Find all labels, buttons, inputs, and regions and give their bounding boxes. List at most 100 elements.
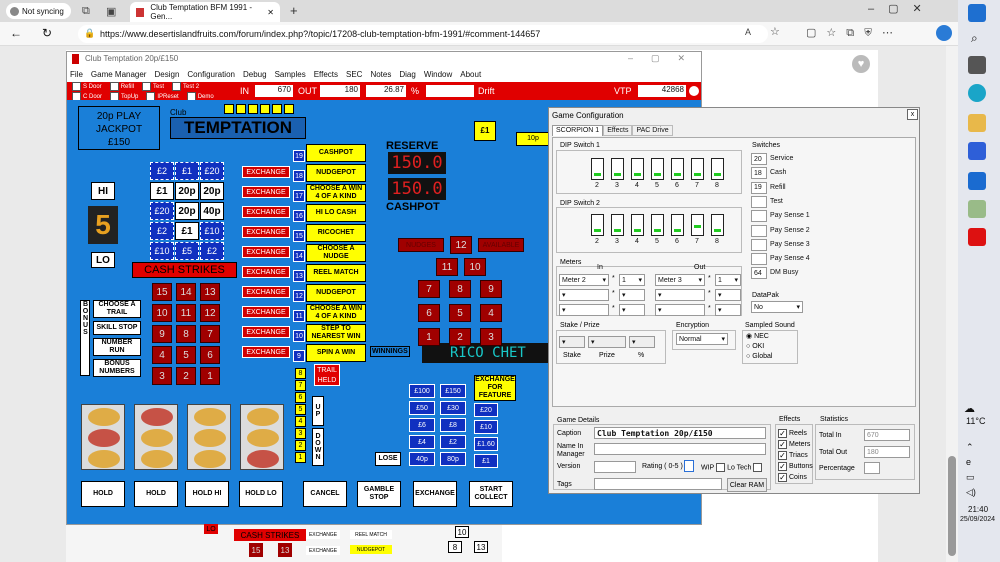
menu-file[interactable]: File — [70, 70, 83, 79]
edge-icon[interactable] — [968, 84, 986, 102]
refresh-icon[interactable]: ↻ — [42, 26, 52, 40]
emulator-window-controls[interactable]: –▢✕ — [628, 53, 703, 64]
control-button-4[interactable]: CANCEL — [303, 481, 347, 507]
menu-notes[interactable]: Notes — [370, 70, 391, 79]
name-in-manager-input[interactable] — [594, 443, 766, 455]
flag-refill[interactable]: Refill — [109, 82, 134, 92]
bonus-choose-trail[interactable]: CHOOSE A TRAIL — [93, 300, 141, 318]
control-button-0[interactable]: HOLD — [81, 481, 125, 507]
tab-scorpion1[interactable]: SCORPION 1 — [552, 125, 604, 136]
lose-button[interactable]: LOSE — [375, 452, 401, 466]
control-button-1[interactable]: HOLD — [134, 481, 178, 507]
switch-value[interactable]: 19 — [751, 181, 767, 194]
mail-icon[interactable] — [968, 172, 986, 190]
url-field[interactable]: https://www.desertislandfruits.com/forum… — [78, 25, 768, 43]
dip2-switch-2[interactable] — [591, 214, 604, 236]
clear-ram-button[interactable]: Clear RAM — [727, 478, 767, 492]
prize-select[interactable] — [588, 336, 626, 348]
meter-out-multiplier[interactable]: 1 — [715, 274, 741, 286]
dip1-switch-8[interactable] — [711, 158, 724, 180]
dip1-switch-7[interactable] — [691, 158, 704, 180]
meter-in-select[interactable]: Meter 2 — [559, 274, 609, 286]
rating-input[interactable] — [684, 460, 694, 472]
switch-value[interactable]: 20 — [751, 153, 767, 165]
meter-out-multiplier-3[interactable] — [715, 304, 741, 316]
effect-checkbox-triacs[interactable]: Triacs — [778, 450, 813, 461]
flag-test2[interactable]: Test 2 — [172, 82, 199, 92]
menu-design[interactable]: Design — [154, 70, 179, 79]
bonus-skill-stop[interactable]: SKILL STOP — [93, 321, 141, 335]
switch-value[interactable]: 18 — [751, 167, 767, 180]
tags-input[interactable] — [594, 478, 722, 490]
version-input[interactable] — [594, 461, 636, 473]
active-tab[interactable]: Club Temptation BFM 1991 - Gen... ✕ — [130, 2, 280, 22]
meter-out-select-3[interactable] — [655, 304, 705, 316]
menu-sec[interactable]: SEC — [346, 70, 362, 79]
switch-value[interactable] — [751, 210, 767, 223]
dip1-switch-6[interactable] — [671, 158, 684, 180]
control-button-7[interactable]: START COLLECT — [469, 481, 513, 507]
tab-actions-icon[interactable]: ⧉ — [82, 5, 90, 18]
window-controls[interactable]: –▢✕ — [868, 2, 936, 15]
meter-in-multiplier-2[interactable] — [619, 289, 645, 301]
flag-test[interactable]: Test — [142, 82, 164, 92]
tray-icons[interactable]: ⌃ e ▭ ◁) — [966, 440, 976, 500]
heart-icon[interactable]: ♥ — [852, 55, 870, 73]
effect-checkbox-buttons[interactable]: Buttons — [778, 461, 813, 472]
meter-in-select-3[interactable] — [559, 304, 609, 316]
effect-checkbox-reels[interactable]: Reels — [778, 428, 813, 439]
switch-value[interactable] — [751, 238, 767, 251]
meter-out-multiplier-2[interactable] — [715, 289, 741, 301]
windows-start-icon[interactable] — [968, 4, 986, 22]
vertical-tabs-icon[interactable]: ▣ — [106, 5, 116, 18]
dip1-switch-5[interactable] — [651, 158, 664, 180]
search-icon[interactable]: ⌕ — [971, 31, 978, 46]
dip2-switch-8[interactable] — [711, 214, 724, 236]
task-view-icon[interactable] — [968, 56, 986, 74]
toolbar-icons[interactable]: ▢☆⧉⛨⋯ — [806, 26, 903, 40]
dip2-switch-7[interactable] — [691, 214, 704, 236]
control-button-5[interactable]: GAMBLE STOP — [357, 481, 401, 507]
stake-select[interactable] — [559, 336, 585, 348]
meter-out-select[interactable]: Meter 3 — [655, 274, 705, 286]
store-icon[interactable] — [968, 142, 986, 160]
menu-game-manager[interactable]: Game Manager — [91, 70, 147, 79]
menu-window[interactable]: Window — [424, 70, 452, 79]
switch-value[interactable]: 64 — [751, 267, 767, 280]
not-syncing-button[interactable]: Not syncing — [6, 3, 71, 19]
menu-about[interactable]: About — [460, 70, 481, 79]
datapak-select[interactable]: No — [751, 301, 803, 313]
switch-value[interactable] — [751, 253, 767, 266]
menu-diag[interactable]: Diag — [399, 70, 415, 79]
control-button-2[interactable]: HOLD HI — [185, 481, 229, 507]
pen-icon[interactable] — [968, 200, 986, 218]
emulator-app-icon[interactable] — [968, 228, 986, 246]
tab-effects[interactable]: Effects — [603, 125, 633, 136]
wip-checkbox[interactable] — [716, 463, 726, 472]
close-tab-icon[interactable]: ✕ — [267, 8, 274, 17]
percent-select[interactable] — [629, 336, 655, 348]
meter-in-select-2[interactable] — [559, 289, 609, 301]
file-explorer-icon[interactable] — [968, 114, 986, 132]
read-aloud-icon[interactable]: A — [745, 27, 751, 37]
bonus-number-run[interactable]: NUMBER RUN — [93, 338, 141, 356]
meter-in-multiplier-3[interactable] — [619, 304, 645, 316]
scrollbar-thumb[interactable] — [948, 456, 956, 556]
sound-nec-radio[interactable]: ◉ NEC — [746, 332, 772, 342]
favorite-star-icon[interactable]: ☆ — [770, 25, 780, 38]
bonus-numbers[interactable]: BONUS NUMBERS — [93, 359, 141, 377]
lotech-checkbox[interactable] — [753, 463, 763, 472]
dip1-switch-3[interactable] — [611, 158, 624, 180]
scrollbar[interactable] — [946, 46, 958, 562]
copilot-icon[interactable] — [936, 25, 952, 41]
dip2-switch-4[interactable] — [631, 214, 644, 236]
dip2-switch-6[interactable] — [671, 214, 684, 236]
flag-s-door[interactable]: S Door — [72, 82, 102, 92]
caption-input[interactable]: Club Temptation 20p/£150 — [594, 427, 766, 439]
menu-effects[interactable]: Effects — [314, 70, 338, 79]
meter-in-multiplier[interactable]: 1 — [619, 274, 645, 286]
menu-debug[interactable]: Debug — [243, 70, 267, 79]
dip2-switch-3[interactable] — [611, 214, 624, 236]
menu-configuration[interactable]: Configuration — [187, 70, 235, 79]
tab-pac-drive[interactable]: PAC Drive — [632, 125, 673, 136]
